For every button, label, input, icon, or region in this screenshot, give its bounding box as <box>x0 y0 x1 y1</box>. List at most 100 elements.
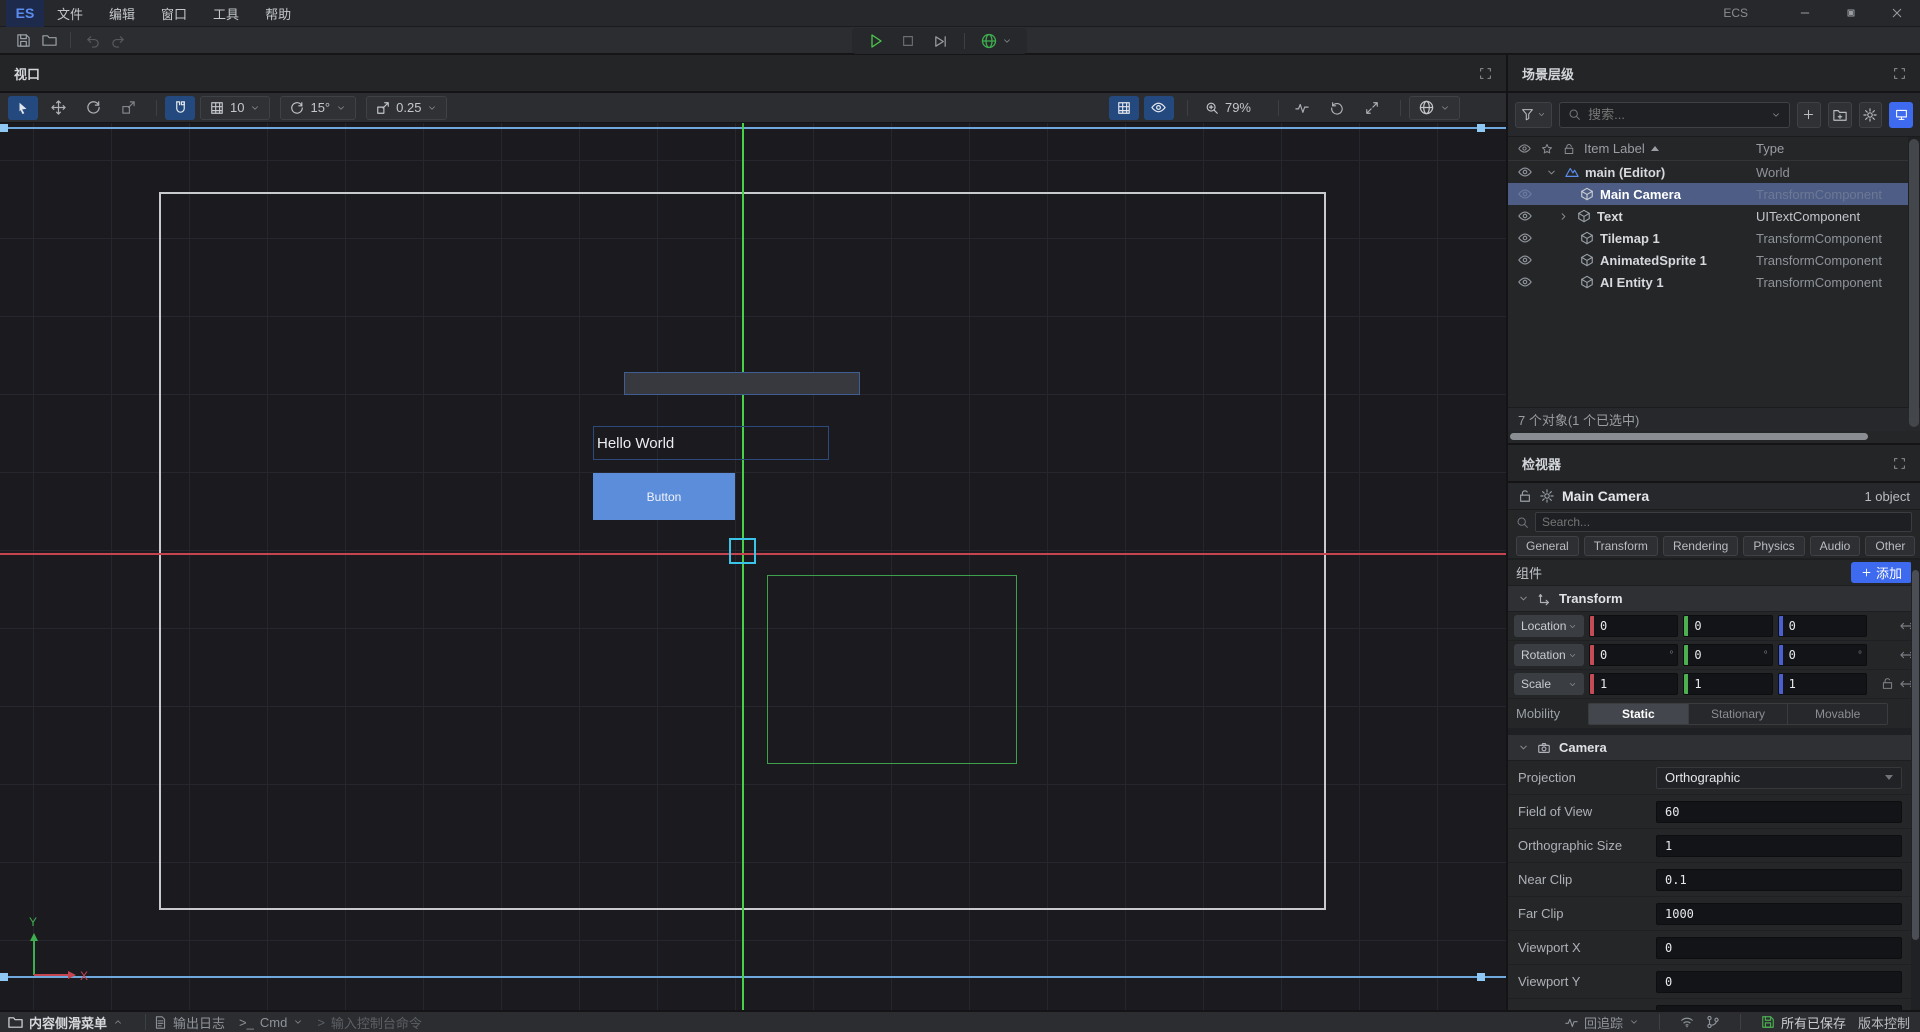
scene-canvas[interactable]: Hello World Button Y X <box>0 123 1506 1010</box>
eye-icon[interactable] <box>1518 253 1534 267</box>
chevron-right-icon[interactable] <box>1558 211 1569 222</box>
play-button[interactable] <box>860 29 892 53</box>
hierarchy-search[interactable] <box>1559 102 1790 128</box>
fullscreen-button[interactable] <box>1893 457 1906 470</box>
chevron-down-icon[interactable] <box>1546 167 1557 178</box>
scale-dropdown[interactable]: Scale <box>1514 673 1584 695</box>
save-status[interactable]: 所有已保存 <box>1761 1013 1846 1032</box>
camera-section-header[interactable]: Camera <box>1508 735 1920 761</box>
console-input[interactable]: > 输入控制台命令 <box>317 1013 422 1032</box>
fullscreen-button[interactable] <box>1893 67 1906 80</box>
network-status[interactable] <box>1680 1015 1694 1029</box>
menu-file[interactable]: 文件 <box>44 0 96 27</box>
stats-button[interactable] <box>1287 96 1317 120</box>
rotate-tool-button[interactable] <box>78 96 108 120</box>
scale-y-field[interactable] <box>1683 673 1772 695</box>
orthographic-size-field[interactable] <box>1656 835 1902 857</box>
menu-edit[interactable]: 编辑 <box>96 0 148 27</box>
cmd-selector[interactable]: >_ Cmd <box>239 1015 303 1030</box>
redo-button[interactable] <box>105 28 131 52</box>
hierarchy-search-input[interactable] <box>1588 107 1764 122</box>
transform-section-header[interactable]: Transform <box>1508 586 1920 612</box>
sprite-object[interactable] <box>624 372 860 395</box>
zoom-control[interactable]: 79% <box>1196 96 1260 120</box>
new-folder-button[interactable] <box>1828 102 1852 128</box>
mobility-static[interactable]: Static <box>1589 704 1689 724</box>
mobility-stationary[interactable]: Stationary <box>1689 704 1789 724</box>
rotation-snap-dropdown[interactable]: 15° <box>280 96 356 120</box>
save-button[interactable] <box>10 28 36 52</box>
location-x-field[interactable] <box>1589 615 1678 637</box>
selection-handle[interactable] <box>1477 973 1485 981</box>
near-clip-field[interactable] <box>1656 869 1902 891</box>
launch-target-dropdown[interactable] <box>973 29 1019 53</box>
selection-handle[interactable] <box>0 124 8 132</box>
tab-rendering[interactable]: Rendering <box>1663 536 1738 556</box>
rotation-z-field[interactable]: ° <box>1778 644 1867 666</box>
fit-view-button[interactable] <box>1357 96 1387 120</box>
add-entity-button[interactable] <box>1797 102 1821 128</box>
reset-view-button[interactable] <box>1322 96 1352 120</box>
selection-handle[interactable] <box>1477 124 1485 132</box>
menu-tools[interactable]: 工具 <box>200 0 252 27</box>
vertical-scrollbar-thumb[interactable] <box>1909 139 1919 427</box>
branch-status[interactable] <box>1706 1015 1720 1029</box>
eye-icon[interactable] <box>1518 187 1534 201</box>
add-component-button[interactable]: 添加 <box>1851 562 1912 583</box>
move-tool-button[interactable] <box>43 96 73 120</box>
gear-icon[interactable] <box>1540 489 1554 503</box>
tab-other[interactable]: Other <box>1865 536 1915 556</box>
rotation-y-field[interactable]: ° <box>1683 644 1772 666</box>
eye-icon[interactable] <box>1518 231 1534 245</box>
location-z-field[interactable] <box>1778 615 1867 637</box>
scale-x-field[interactable] <box>1589 673 1678 695</box>
grid-toggle-button[interactable] <box>1109 96 1139 120</box>
trace-button[interactable]: 回追踪 <box>1565 1013 1639 1032</box>
tab-general[interactable]: General <box>1516 536 1579 556</box>
lock-icon[interactable] <box>1518 489 1532 503</box>
button-object[interactable]: Button <box>593 473 735 520</box>
scale-z-field[interactable] <box>1778 673 1867 695</box>
inspector-search-input[interactable] <box>1542 515 1905 529</box>
mobility-movable[interactable]: Movable <box>1788 704 1887 724</box>
grid-snap-dropdown[interactable]: 10 <box>200 96 270 120</box>
step-button[interactable] <box>924 29 956 53</box>
hierarchy-row-text[interactable]: Text UITextComponent <box>1508 205 1920 227</box>
location-y-field[interactable] <box>1683 615 1772 637</box>
view-toggle-button[interactable] <box>1889 102 1913 128</box>
snap-toggle-button[interactable] <box>165 96 195 120</box>
hierarchy-row-world[interactable]: main (Editor) World <box>1508 161 1920 183</box>
viewport-x-field[interactable] <box>1656 937 1902 959</box>
minimize-button[interactable] <box>1782 0 1828 27</box>
hierarchy-settings-button[interactable] <box>1859 102 1883 128</box>
scale-snap-dropdown[interactable]: 0.25 <box>366 96 447 120</box>
fullscreen-button[interactable] <box>1479 67 1492 80</box>
rotation-dropdown[interactable]: Rotation <box>1514 644 1584 666</box>
hierarchy-row-tilemap[interactable]: Tilemap 1 TransformComponent <box>1508 227 1920 249</box>
vertical-scrollbar-thumb[interactable] <box>1912 570 1919 940</box>
camera-gizmo[interactable] <box>729 538 756 564</box>
text-object[interactable]: Hello World <box>593 426 829 460</box>
eye-icon[interactable] <box>1518 275 1534 289</box>
version-control-button[interactable]: 版本控制 <box>1858 1013 1910 1032</box>
eye-icon[interactable] <box>1518 209 1534 223</box>
rotation-x-field[interactable]: ° <box>1589 644 1678 666</box>
view-mode-dropdown[interactable] <box>1409 96 1460 120</box>
maximize-button[interactable] <box>1828 0 1874 27</box>
tab-physics[interactable]: Physics <box>1743 536 1804 556</box>
hierarchy-row-animatedsprite[interactable]: AnimatedSprite 1 TransformComponent <box>1508 249 1920 271</box>
eye-icon[interactable] <box>1518 165 1534 179</box>
content-drawer-button[interactable]: 内容侧滑菜单 <box>8 1013 123 1032</box>
far-clip-field[interactable] <box>1656 903 1902 925</box>
stop-button[interactable] <box>892 29 924 53</box>
selection-handle[interactable] <box>0 973 8 981</box>
projection-dropdown[interactable]: Orthographic <box>1656 767 1902 789</box>
open-button[interactable] <box>36 28 62 52</box>
hierarchy-row-main-camera[interactable]: Main Camera TransformComponent <box>1508 183 1920 205</box>
lock-icon[interactable] <box>1881 677 1894 690</box>
visibility-toggle-button[interactable] <box>1144 96 1174 120</box>
field-of-view-field[interactable] <box>1656 801 1902 823</box>
undo-button[interactable] <box>79 28 105 52</box>
horizontal-scrollbar[interactable] <box>1510 433 1868 440</box>
location-dropdown[interactable]: Location <box>1514 615 1584 637</box>
